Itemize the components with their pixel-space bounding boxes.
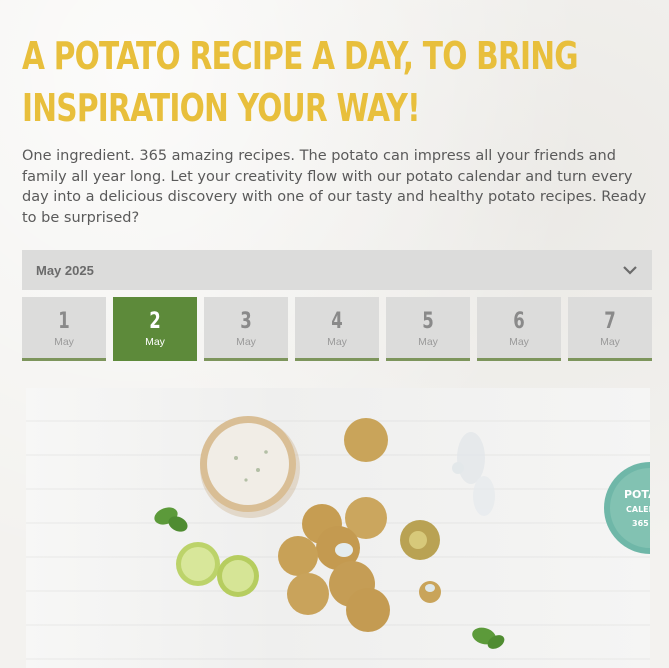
day-number: 1 [58,309,70,334]
day-tab-5[interactable]: 5 May [386,297,470,361]
lime-halves [176,542,259,597]
day-tab-6[interactable]: 6 May [477,297,561,361]
day-number: 4 [331,309,343,334]
chevron-down-icon [623,266,637,275]
day-tab-4[interactable]: 4 May [295,297,379,361]
recipe-illustration: POTATO CALENDAR 365 D [154,416,650,649]
day-number: 2 [149,309,161,334]
day-month: May [600,336,620,348]
sauce-smear [452,432,495,516]
month-dropdown[interactable]: May 2025 [22,250,652,290]
day-month: May [327,336,347,348]
day-number: 5 [422,309,434,334]
badge-text-2: CALENDAR [626,505,650,514]
day-number: 3 [240,309,252,334]
recipe-photo[interactable]: POTATO CALENDAR 365 D [26,388,650,668]
day-tab-3[interactable]: 3 May [204,297,288,361]
day-month: May [509,336,529,348]
dip-bowl [200,416,300,518]
day-month: May [145,336,165,348]
day-tab-2[interactable]: 2 May [113,297,197,361]
intro-text: One ingredient. 365 amazing recipes. The… [22,148,647,226]
day-tab-7[interactable]: 7 May [568,297,652,361]
day-month: May [236,336,256,348]
badge-text-3: 365 D [632,519,650,528]
badge-text-1: POTATO [624,488,650,501]
day-number: 6 [513,309,525,334]
day-tabs: 1 May 2 May 3 May 4 May 5 May 6 May 7 Ma… [22,297,669,361]
page-title: A POTATO RECIPE A DAY, TO BRING INSPIRAT… [22,34,579,130]
day-month: May [54,336,74,348]
month-dropdown-value: May 2025 [36,262,94,278]
day-number: 7 [604,309,616,334]
potato-calendar-badge: POTATO CALENDAR 365 D [604,462,650,554]
day-tab-1[interactable]: 1 May [22,297,106,361]
potato-croquettes [278,418,441,632]
day-month: May [418,336,438,348]
